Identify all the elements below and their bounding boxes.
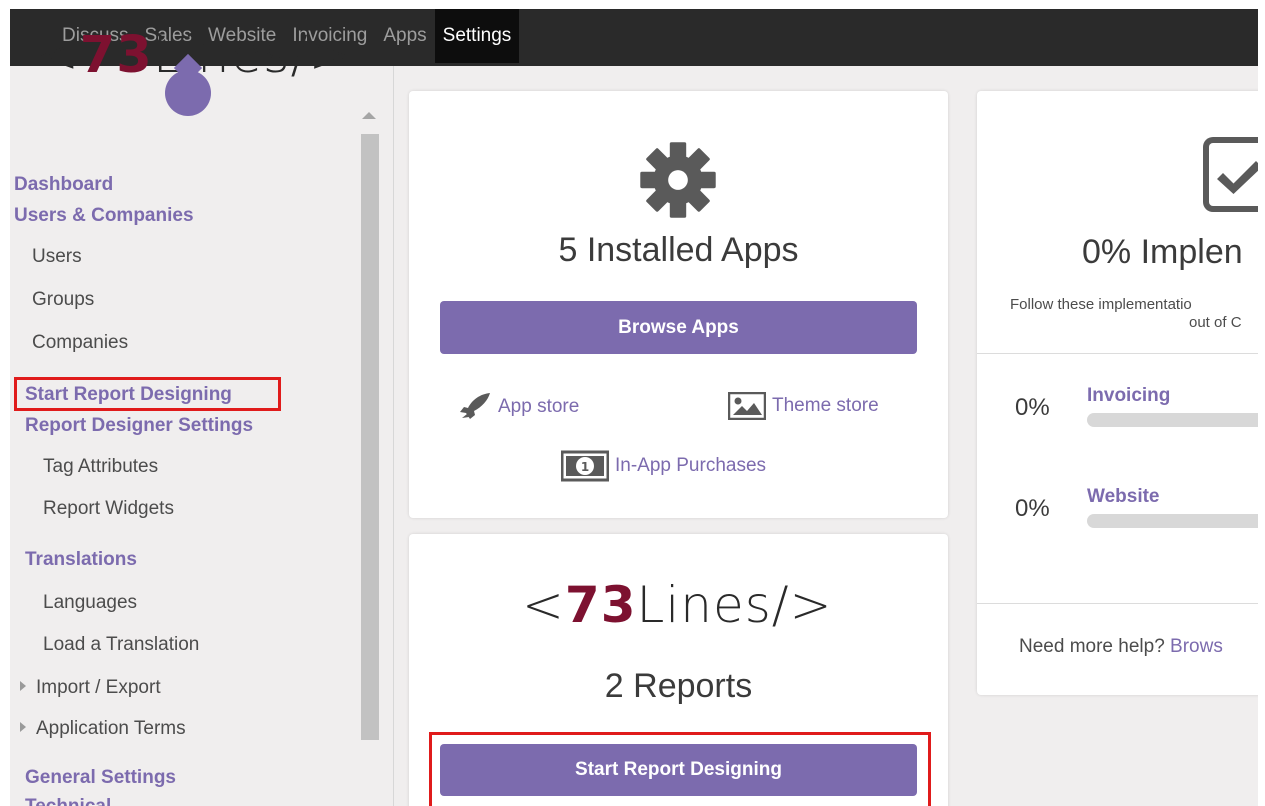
sidebar-item-tag-attributes[interactable]: Tag Attributes xyxy=(43,456,158,478)
in-app-purchases-label: In-App Purchases xyxy=(615,455,767,476)
rocket-icon xyxy=(460,393,490,419)
menu-apps[interactable]: Apps xyxy=(375,9,434,63)
logo-number: 73 xyxy=(79,26,153,85)
website-progress-label[interactable]: Website xyxy=(1087,486,1160,508)
menu-settings[interactable]: Settings xyxy=(434,9,520,63)
website-progress-bar xyxy=(1087,514,1258,528)
implementation-desc-line1: Follow these implementatio xyxy=(1010,296,1192,313)
in-app-purchases-link[interactable]: 1 In-App Purchases xyxy=(561,450,766,482)
sidebar-item-users-companies[interactable]: Users & Companies xyxy=(14,205,194,227)
sidebar-item-label: Application Terms xyxy=(36,718,186,739)
theme-store-link[interactable]: Theme store xyxy=(728,392,879,420)
app-store-link[interactable]: App store xyxy=(458,392,579,422)
cursor-drop-marker xyxy=(165,70,211,116)
highlight-box-sidebar xyxy=(14,377,281,411)
sidebar-item-technical[interactable]: Technical xyxy=(25,796,111,806)
scroll-up-arrow-icon[interactable] xyxy=(362,112,376,119)
invoicing-progress-label[interactable]: Invoicing xyxy=(1087,385,1170,407)
implementation-title: 0% Implen xyxy=(1082,233,1243,271)
sidebar-item-import-export[interactable]: Import / Export xyxy=(20,677,161,699)
reports-count-title: 2 Reports xyxy=(604,667,753,705)
reports-logo: <73Lines/> xyxy=(522,576,833,634)
app-store-label: App store xyxy=(498,396,580,417)
sidebar-item-general-settings[interactable]: General Settings xyxy=(25,767,176,789)
sidebar-item-label: Import / Export xyxy=(36,677,161,698)
logo-suffix: Lines/> xyxy=(636,576,833,634)
sidebar-scrollbar-thumb[interactable] xyxy=(361,134,379,740)
expand-caret-icon xyxy=(20,721,26,732)
theme-store-label: Theme store xyxy=(772,395,879,416)
checkbox-icon xyxy=(1203,137,1263,212)
sidebar-item-dashboard[interactable]: Dashboard xyxy=(14,174,113,196)
invoicing-progress-bar xyxy=(1087,413,1258,427)
sidebar-item-languages[interactable]: Languages xyxy=(43,592,137,614)
website-percent: 0% xyxy=(1015,495,1050,522)
sidebar-item-application-terms[interactable]: Application Terms xyxy=(20,718,186,740)
svg-text:1: 1 xyxy=(581,460,589,474)
installed-apps-title: 5 Installed Apps xyxy=(558,231,799,269)
logo-prefix: < xyxy=(522,576,565,634)
sidebar-item-report-widgets[interactable]: Report Widgets xyxy=(43,498,174,520)
browse-apps-button[interactable]: Browse Apps xyxy=(440,301,917,354)
divider xyxy=(977,353,1258,354)
invoicing-percent: 0% xyxy=(1015,394,1050,421)
money-icon: 1 xyxy=(561,450,609,482)
sidebar-item-companies[interactable]: Companies xyxy=(32,332,128,354)
highlight-box-button xyxy=(429,732,931,806)
gear-icon xyxy=(640,142,716,218)
logo-number: 73 xyxy=(564,576,637,634)
sidebar-item-groups[interactable]: Groups xyxy=(32,289,94,311)
divider xyxy=(977,603,1258,604)
help-prefix: Need more help? xyxy=(1019,636,1171,657)
sidebar-item-translations[interactable]: Translations xyxy=(25,549,137,571)
expand-caret-icon xyxy=(20,680,26,691)
sidebar-item-load-translation[interactable]: Load a Translation xyxy=(43,634,199,656)
sidebar-item-report-designer-settings[interactable]: Report Designer Settings xyxy=(25,415,253,437)
sidebar-item-users[interactable]: Users xyxy=(32,246,82,268)
implementation-desc-line2: out of C xyxy=(1189,314,1242,331)
help-text: Need more help? Brows xyxy=(1019,636,1223,658)
image-icon xyxy=(728,392,766,420)
browse-help-link[interactable]: Brows xyxy=(1170,636,1223,657)
page-margin xyxy=(1258,0,1265,806)
logo-prefix: < xyxy=(36,26,80,85)
